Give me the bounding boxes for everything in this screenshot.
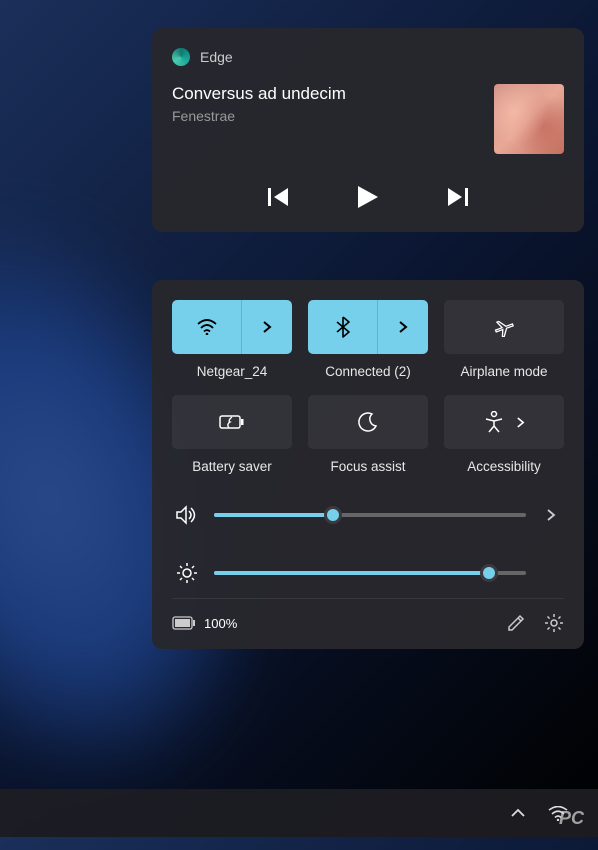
bluetooth-toggle[interactable] xyxy=(308,300,378,354)
battery-status[interactable]: 100% xyxy=(172,616,237,631)
battery-icon xyxy=(172,616,196,630)
airplane-icon xyxy=(493,317,515,337)
chevron-right-icon xyxy=(546,508,556,522)
settings-button[interactable] xyxy=(544,613,564,633)
wifi-tile[interactable] xyxy=(172,300,292,354)
sun-icon xyxy=(176,562,198,584)
bluetooth-label: Connected (2) xyxy=(325,364,411,379)
bluetooth-tile[interactable] xyxy=(308,300,428,354)
moon-icon xyxy=(358,412,378,432)
brightness-slider[interactable] xyxy=(214,571,526,575)
wifi-label: Netgear_24 xyxy=(197,364,268,379)
album-art xyxy=(494,84,564,154)
focus-assist-label: Focus assist xyxy=(330,459,405,474)
edge-browser-icon xyxy=(172,48,190,66)
skip-next-icon xyxy=(446,188,468,206)
battery-saver-icon xyxy=(219,414,245,430)
media-control-panel: Edge Conversus ad undecim Fenestrae xyxy=(152,28,584,232)
wifi-icon xyxy=(548,806,568,821)
volume-slider-row xyxy=(172,504,564,526)
next-track-button[interactable] xyxy=(442,182,472,212)
edit-quick-settings-button[interactable] xyxy=(506,613,526,633)
wifi-toggle[interactable] xyxy=(172,300,242,354)
battery-saver-tile[interactable] xyxy=(172,395,292,449)
accessibility-tile[interactable] xyxy=(444,395,564,449)
speaker-icon[interactable] xyxy=(176,505,198,525)
airplane-label: Airplane mode xyxy=(460,364,547,379)
airplane-mode-tile[interactable] xyxy=(444,300,564,354)
media-source-header: Edge xyxy=(172,48,564,66)
gear-icon xyxy=(544,613,564,633)
play-button[interactable] xyxy=(354,182,382,212)
volume-slider[interactable] xyxy=(214,513,526,517)
play-icon xyxy=(358,186,378,208)
track-title: Conversus ad undecim xyxy=(172,84,346,104)
track-info: Conversus ad undecim Fenestrae xyxy=(172,84,346,124)
accessibility-icon xyxy=(484,411,504,433)
brightness-slider-row xyxy=(172,562,564,584)
media-app-name: Edge xyxy=(200,49,233,65)
taskbar-wifi-button[interactable] xyxy=(548,806,568,821)
chevron-right-icon xyxy=(398,320,408,334)
track-artist: Fenestrae xyxy=(172,108,346,124)
taskbar-overflow-button[interactable] xyxy=(510,807,526,819)
previous-track-button[interactable] xyxy=(264,182,294,212)
skip-previous-icon xyxy=(268,188,290,206)
battery-saver-label: Battery saver xyxy=(192,459,272,474)
pencil-icon xyxy=(506,613,526,633)
chevron-right-icon xyxy=(516,416,525,429)
wifi-expand-button[interactable] xyxy=(242,300,292,354)
chevron-right-icon xyxy=(262,320,272,334)
bluetooth-expand-button[interactable] xyxy=(378,300,428,354)
wifi-icon xyxy=(197,319,217,335)
chevron-up-icon xyxy=(510,807,526,819)
volume-expand-button[interactable] xyxy=(542,504,560,526)
quick-settings-panel: Netgear_24 Connected (2) Airplane mode xyxy=(152,280,584,649)
taskbar xyxy=(0,789,598,837)
accessibility-label: Accessibility xyxy=(467,459,541,474)
battery-percentage: 100% xyxy=(204,616,237,631)
bluetooth-icon xyxy=(336,316,350,338)
focus-assist-tile[interactable] xyxy=(308,395,428,449)
